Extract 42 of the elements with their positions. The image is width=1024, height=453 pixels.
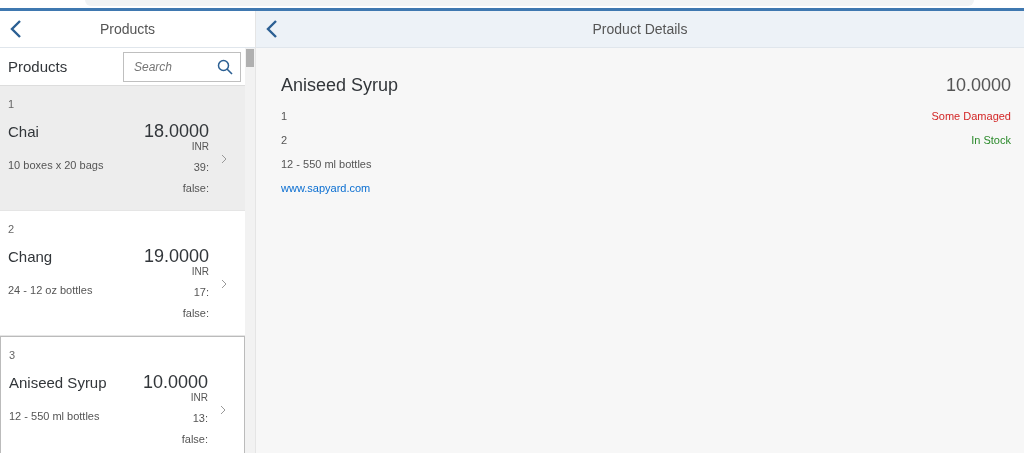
list-item[interactable]: 3 Aniseed Syrup 12 - 550 ml bottles 10.0000 INR 13: false:: [0, 336, 245, 453]
item-number: 1: [8, 98, 16, 112]
search-icon[interactable]: [217, 58, 233, 75]
item-description: 10 boxes x 20 bags: [8, 159, 105, 171]
list-title: Products: [8, 58, 68, 75]
product-attribute: 2: [281, 134, 288, 146]
list-item[interactable]: 1 Chai 10 boxes x 20 bags 18.0000 INR 39: false:: [0, 86, 245, 211]
item-attribute: 13:: [192, 412, 208, 425]
status-text: Some Damaged: [931, 110, 1011, 122]
back-icon[interactable]: [266, 19, 278, 39]
item-price: 18.0000: [143, 121, 209, 141]
product-price: 10.0000: [945, 74, 1011, 96]
currency-unit: INR: [190, 392, 208, 404]
item-price: 10.0000: [142, 372, 208, 392]
item-description: 24 - 12 oz bottles: [8, 284, 94, 296]
item-description: 12 - 550 ml bottles: [9, 410, 101, 422]
chevron-icon: [221, 279, 227, 289]
item-attribute: 39:: [193, 161, 209, 174]
item-number: 3: [9, 349, 17, 363]
item-attribute: 17:: [193, 286, 209, 299]
currency-unit: INR: [191, 141, 209, 153]
chevron-icon: [220, 405, 226, 415]
item-price: 19.0000: [143, 246, 209, 266]
page-title: Products: [99, 21, 156, 37]
item-name: Aniseed Syrup: [9, 374, 108, 393]
scrollbar-thumb[interactable]: [246, 49, 254, 67]
status-text: In Stock: [971, 134, 1011, 146]
item-name: Chai: [8, 123, 40, 142]
page-title: Product Details: [592, 21, 688, 37]
item-name: Chang: [8, 248, 54, 267]
item-number: 2: [8, 223, 16, 237]
item-attribute: false:: [182, 307, 209, 320]
item-attribute: false:: [181, 433, 208, 446]
currency-unit: INR: [191, 266, 209, 278]
product-attribute: 12 - 550 ml bottles: [281, 158, 372, 170]
chevron-icon: [221, 154, 227, 164]
product-attribute: 1: [281, 110, 288, 122]
back-icon[interactable]: [10, 19, 22, 39]
search-field[interactable]: Search: [123, 51, 241, 82]
product-title: Aniseed Syrup: [281, 74, 399, 96]
website-link[interactable]: www.sapyard.com: [281, 182, 371, 194]
item-attribute: false:: [182, 182, 209, 195]
